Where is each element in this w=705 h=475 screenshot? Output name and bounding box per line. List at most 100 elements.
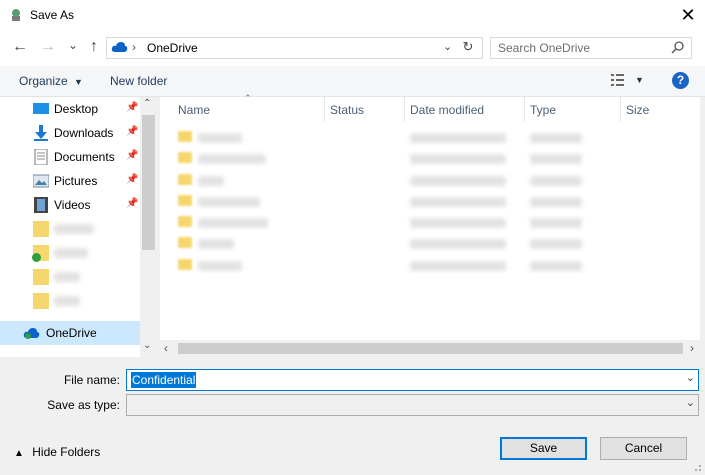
table-row[interactable] [178,215,698,231]
column-divider[interactable] [404,97,405,122]
save-as-type-label: Save as type: [47,398,120,412]
cancel-button[interactable]: Cancel [600,437,687,460]
refresh-button[interactable]: ↻ [459,39,477,57]
table-row[interactable] [178,130,698,146]
folder-icon [178,195,192,206]
view-options-icon[interactable] [611,74,627,89]
organize-label: Organize [19,74,68,88]
new-folder-button[interactable]: New folder [110,74,167,88]
sidebar-item-onedrive[interactable]: OneDrive [0,321,140,345]
folder-icon [178,174,192,185]
folder-icon [178,216,192,227]
folder-icon [178,259,192,270]
column-divider[interactable] [620,97,621,122]
folder-icon [33,221,49,237]
file-name-value: Confidential [131,372,197,388]
window-title: Save As [30,8,75,22]
column-divider[interactable] [324,97,325,122]
sync-check-icon [32,253,41,262]
document-icon [33,148,49,166]
table-row[interactable] [178,194,698,210]
sidebar-item-pictures[interactable]: Pictures 📌 [0,169,140,193]
scroll-up-icon[interactable]: ⌃ [143,98,151,109]
sidebar-item-desktop[interactable]: Desktop 📌 [0,97,140,121]
search-input[interactable]: Search OneDrive [490,37,692,59]
command-bar [0,66,705,97]
nav-scroll-thumb[interactable] [142,115,155,250]
pictures-icon [32,173,50,189]
column-header-name[interactable]: Name [178,103,210,117]
back-button[interactable]: ← [10,37,30,57]
breadcrumb-onedrive[interactable]: OneDrive [147,41,198,55]
title-bar [0,0,705,30]
pin-icon: 📌 [126,126,139,137]
sort-indicator-icon: ⌃ [244,93,252,103]
folder-icon [178,131,192,142]
sidebar-item-label: Pictures [54,174,98,188]
column-divider[interactable] [524,97,525,122]
pin-icon: 📌 [126,150,139,161]
table-row[interactable] [178,236,698,252]
sidebar-item-label: Videos [54,198,91,212]
sidebar-item-videos[interactable]: Videos 📌 [0,193,140,217]
recent-locations-button[interactable]: ⌄ [63,35,83,55]
resize-grip-icon[interactable] [692,461,702,471]
column-header-date-modified[interactable]: Date modified [410,103,484,117]
pin-icon: 📌 [126,198,139,209]
table-row[interactable] [178,151,698,167]
view-dropdown-icon[interactable]: ▼ [635,75,644,85]
desktop-icon [33,101,49,117]
search-placeholder: Search OneDrive [498,41,591,55]
organize-button[interactable]: Organize ▼ [19,74,83,88]
sidebar-item-label: Documents [54,150,115,164]
column-header-type[interactable]: Type [530,103,556,117]
app-icon [9,8,23,22]
column-header-status[interactable]: Status [330,103,364,117]
sidebar-item-label: OneDrive [46,326,97,340]
scroll-right-icon[interactable]: › [690,341,694,355]
file-name-input[interactable]: Confidential ⌄ [126,369,699,391]
chevron-down-icon: ▼ [74,77,83,87]
folder-icon [178,237,192,248]
sidebar-item-blurred-folder[interactable] [0,241,140,265]
video-icon [33,197,49,213]
hide-folders-label: Hide Folders [32,445,101,459]
sidebar-item-downloads[interactable]: Downloads 📌 [0,121,140,145]
save-button[interactable]: Save [500,437,587,460]
sidebar-item-blurred-folder[interactable] [0,265,140,289]
cloud-icon [111,41,128,56]
sidebar-item-blurred-folder[interactable] [0,289,140,313]
sidebar-item-documents[interactable]: Documents 📌 [0,145,140,169]
file-list-scroll-thumb[interactable] [178,343,683,354]
forward-button[interactable]: → [38,37,58,57]
scroll-down-icon[interactable]: ⌄ [143,340,151,351]
close-button[interactable]: ✕ [677,4,699,26]
hide-folders-button[interactable]: ▲ Hide Folders [14,445,100,459]
table-row[interactable] [178,258,698,274]
chevron-up-icon: ▲ [14,448,24,459]
chevron-down-icon[interactable]: ⌄ [686,396,695,409]
pin-icon: 📌 [126,174,139,185]
folder-icon [33,293,49,309]
save-as-type-select[interactable]: ⌄ [126,394,699,416]
navigation-pane: Desktop 📌 Downloads 📌 Documents 📌 Pictur… [0,97,157,357]
scroll-left-icon[interactable]: ‹ [164,341,168,355]
search-icon [671,40,685,57]
download-icon [33,125,49,141]
sidebar-item-label: Downloads [54,126,114,140]
folder-icon [33,269,49,285]
onedrive-cloud-icon [23,327,41,342]
table-row[interactable] [178,173,698,189]
help-icon[interactable]: ? [672,72,689,89]
file-name-label: File name: [63,373,120,387]
folder-icon [178,152,192,163]
chevron-down-icon[interactable]: ⌄ [686,371,695,384]
up-button[interactable]: ↑ [84,37,104,57]
sidebar-item-blurred-folder[interactable] [0,217,140,241]
breadcrumb-separator: › [132,40,136,54]
address-bar[interactable]: › OneDrive ⌄ [106,37,483,59]
address-dropdown-icon[interactable]: ⌄ [443,40,452,53]
sidebar-item-label: Desktop [54,102,99,116]
pin-icon: 📌 [126,102,139,113]
column-header-size[interactable]: Size [626,103,649,117]
